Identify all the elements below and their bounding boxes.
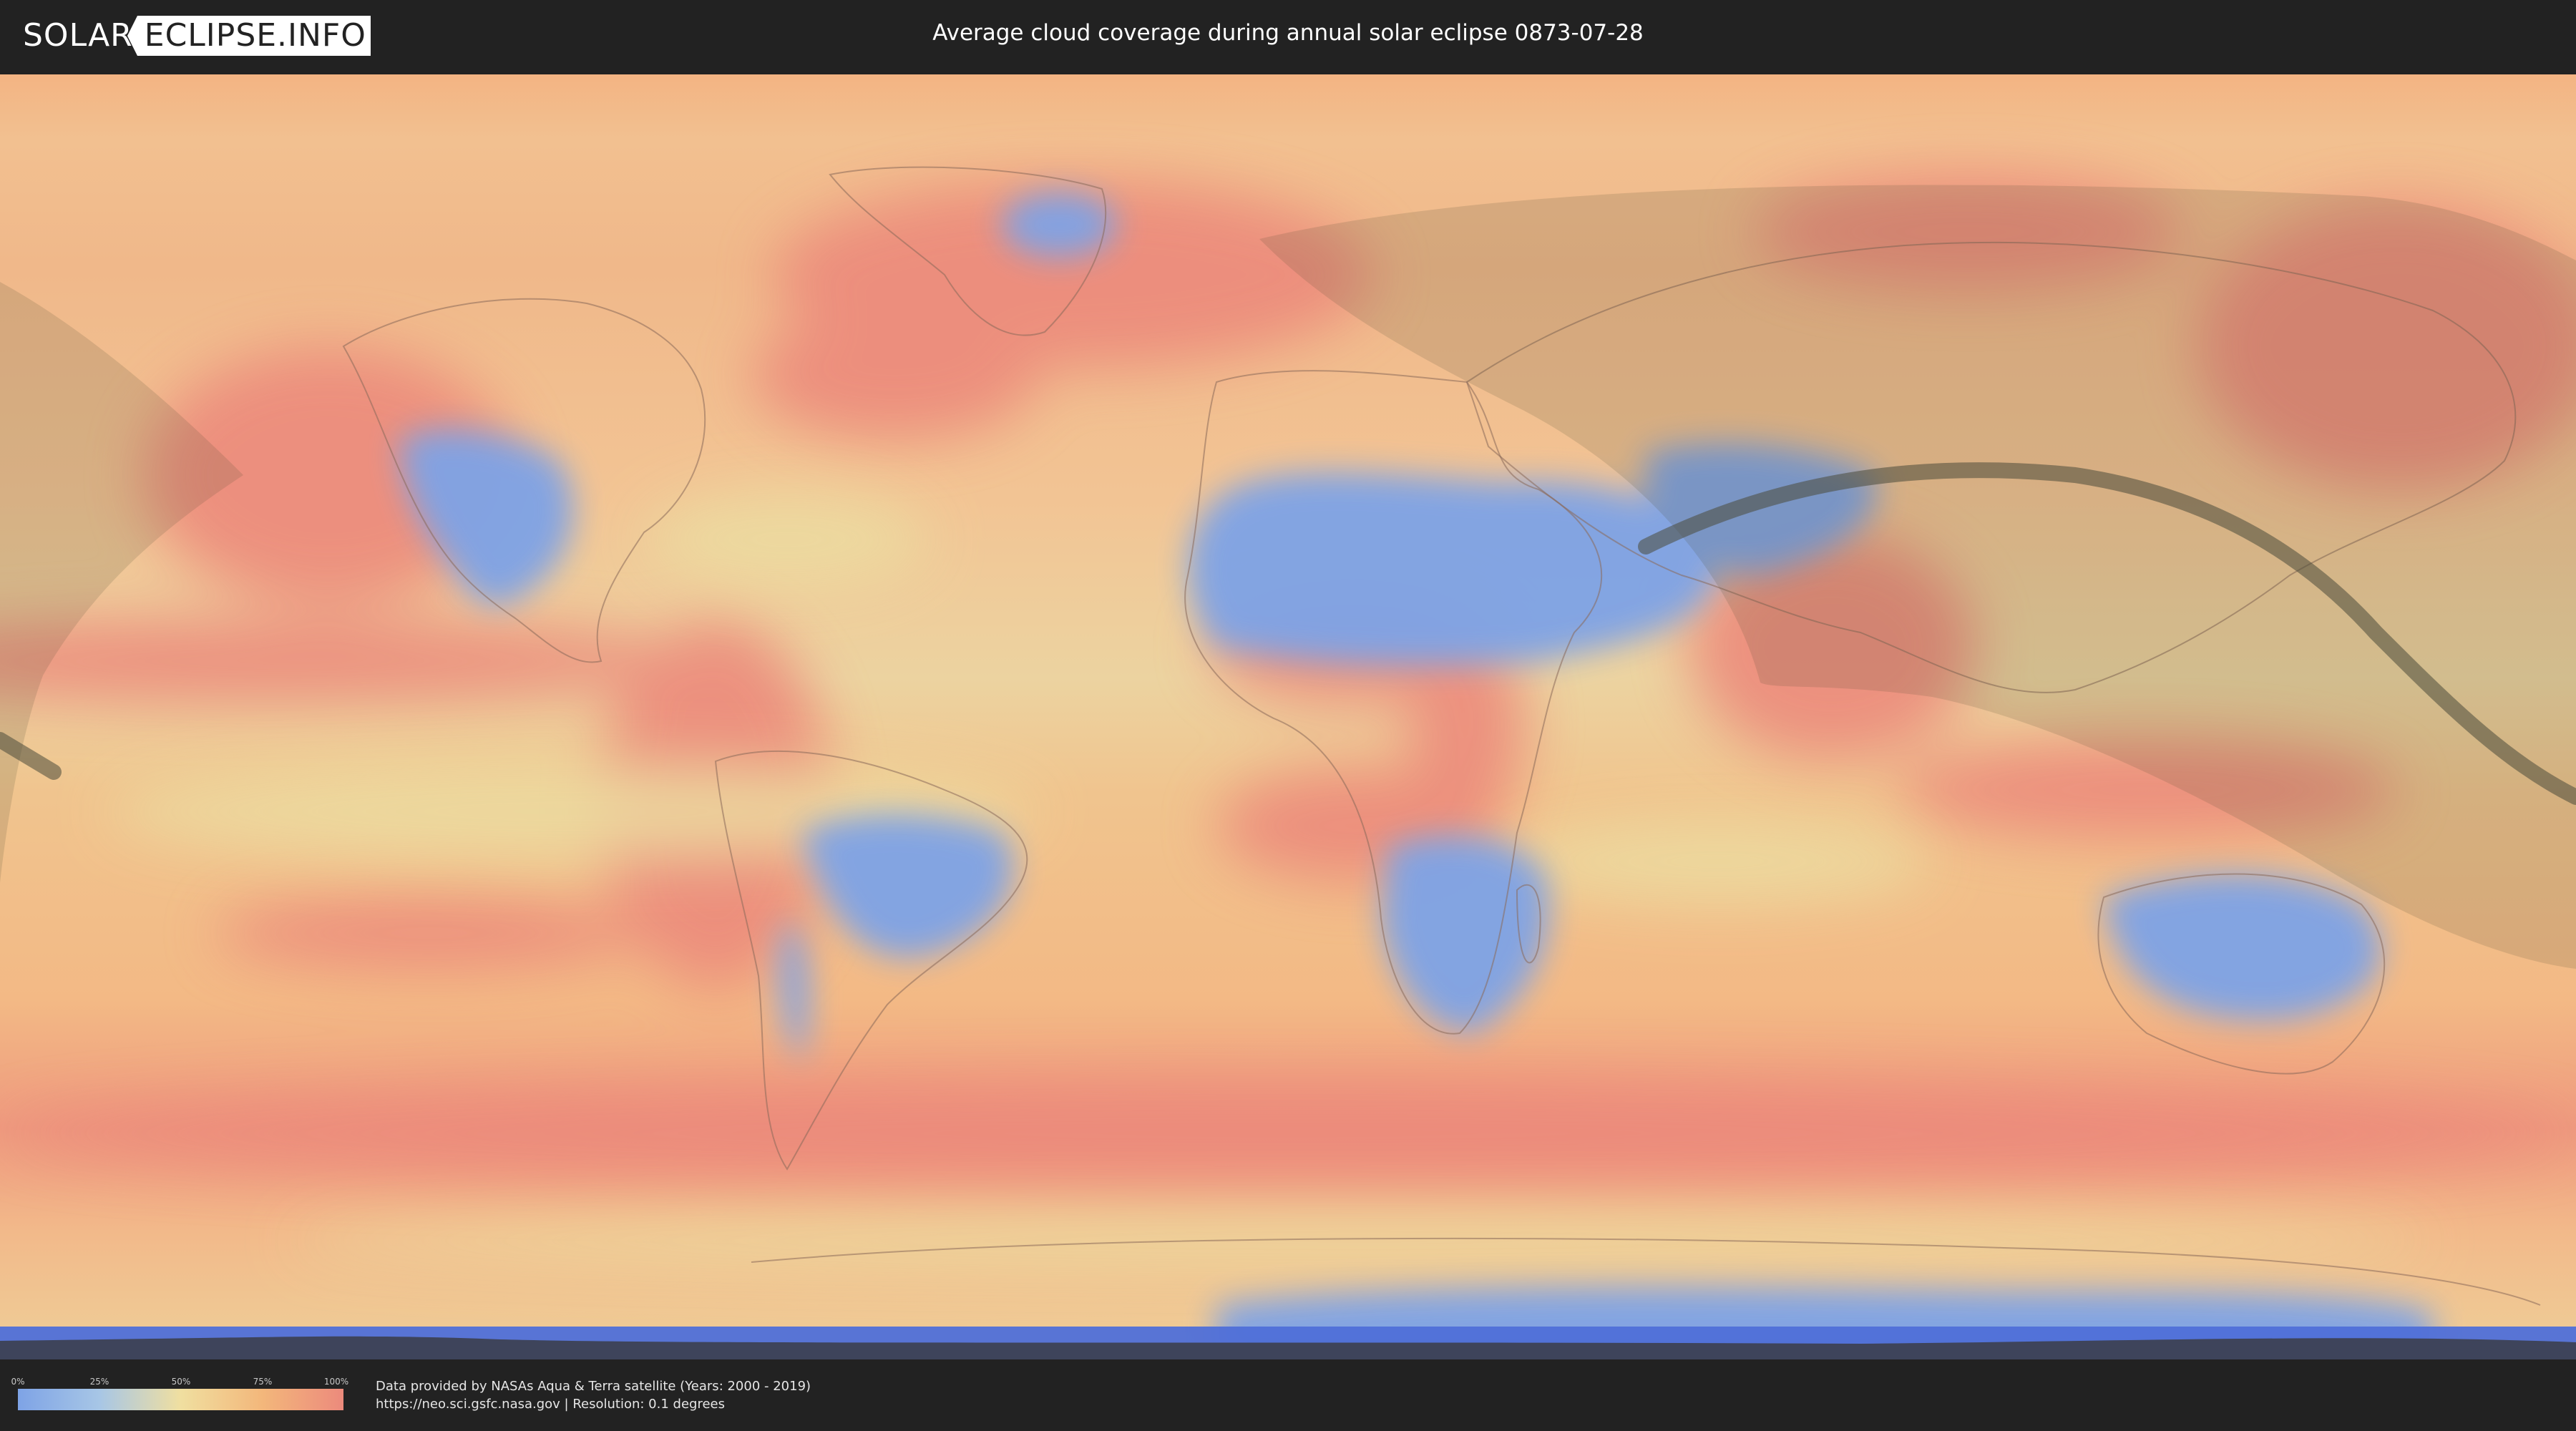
- page-title: Average cloud coverage during annual sol…: [932, 20, 1644, 46]
- header-bar: SOLAR ECLIPSE.INFO Average cloud coverag…: [0, 0, 2576, 72]
- legend-color-bar: [18, 1389, 343, 1410]
- legend-tick-100: 100%: [323, 1377, 349, 1387]
- footer-bar: [0, 1359, 2576, 1431]
- legend-tick-50: 50%: [171, 1377, 191, 1387]
- data-source-line: https://neo.sci.gsfc.nasa.gov | Resoluti…: [376, 1397, 725, 1412]
- legend-tick-0: 0%: [11, 1377, 25, 1387]
- data-credit-line: Data provided by NASAs Aqua & Terra sate…: [376, 1379, 811, 1394]
- cloud-coverage-world-map: [0, 74, 2576, 1359]
- legend-tick-25: 25%: [89, 1377, 109, 1387]
- legend-tick-75: 75%: [253, 1377, 273, 1387]
